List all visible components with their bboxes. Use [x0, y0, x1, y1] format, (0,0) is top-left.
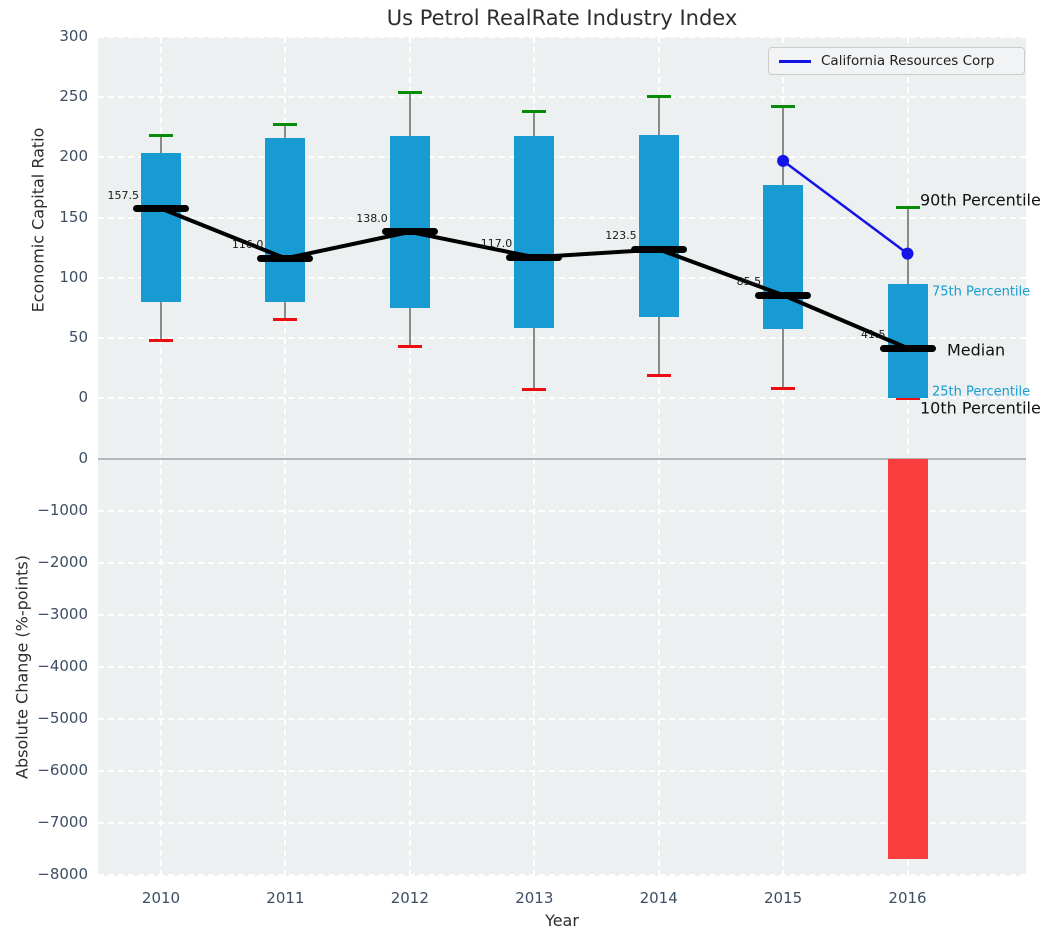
median-trend-line	[160, 206, 909, 350]
company-line	[782, 159, 909, 255]
top-y-tick-label: 0	[78, 388, 88, 406]
bottom-y-tick-label: 0	[78, 449, 88, 467]
top-y-tick-label: 250	[59, 87, 88, 106]
top-y-tick-label: 300	[59, 27, 88, 45]
bottom-y-tick-label: −6000	[37, 760, 88, 779]
bottom-y-tick-label: −3000	[37, 604, 88, 623]
x-axis-label: Year	[545, 911, 579, 930]
bottom-y-tick-label: −4000	[37, 656, 88, 675]
annotation-p10: 10th Percentile	[920, 398, 1041, 418]
company-point-marker	[901, 247, 914, 260]
median-value-label: 85.5	[736, 275, 762, 289]
median-bar	[630, 245, 687, 253]
bottom-y-tick-label: −2000	[37, 552, 88, 571]
x-tick-label: 2013	[515, 889, 554, 907]
top-y-tick-label: 150	[59, 207, 88, 226]
bottom-y-tick-label: −8000	[37, 864, 88, 883]
median-bar	[879, 344, 936, 352]
x-tick-label: 2011	[266, 889, 305, 907]
median-value-label: 157.5	[107, 188, 140, 202]
median-bar	[133, 205, 189, 212]
chart-figure: Us Petrol RealRate Industry Index 157.5 1…	[0, 0, 1054, 942]
legend: California Resources Corp	[768, 47, 1025, 75]
top-y-tick-label: 50	[68, 327, 88, 346]
median-bar	[506, 253, 563, 261]
x-tick-label: 2010	[141, 889, 181, 907]
annotation-p25: 25th Percentile	[932, 384, 1031, 400]
chart-title: Us Petrol RealRate Industry Index	[386, 6, 738, 30]
median-bar	[755, 291, 812, 299]
x-tick-label: 2015	[764, 889, 803, 907]
median-value-label: 116.0	[231, 238, 264, 252]
legend-line-sample-icon	[779, 59, 811, 63]
company-point-marker	[777, 154, 790, 167]
plot-area: 157.5 116.0 138.0 117.0 123.5 85.5 41.5	[98, 36, 1026, 876]
median-value-label: 138.0	[356, 211, 388, 225]
bottom-y-tick-label: −5000	[37, 708, 88, 727]
median-bar	[381, 228, 438, 236]
top-y-tick-label: 200	[59, 147, 88, 166]
median-value-label: 117.0	[480, 237, 513, 251]
x-tick-label: 2016	[888, 889, 927, 907]
bottom-y-tick-label: −1000	[37, 500, 88, 519]
annotation-p75: 75th Percentile	[932, 284, 1031, 300]
legend-label: California Resources Corp	[821, 53, 995, 69]
x-tick-label: 2014	[639, 889, 678, 907]
top-y-tick-label: 100	[59, 267, 88, 286]
annotation-p90: 90th Percentile	[920, 190, 1041, 210]
bottom-y-tick-label: −7000	[37, 812, 88, 831]
annotation-median: Median	[947, 340, 1006, 360]
median-value-label: 123.5	[605, 229, 637, 243]
lines-overlay	[160, 154, 914, 350]
median-bar	[257, 254, 314, 262]
median-value-label: 41.5	[861, 328, 886, 342]
x-tick-label: 2012	[390, 889, 429, 907]
